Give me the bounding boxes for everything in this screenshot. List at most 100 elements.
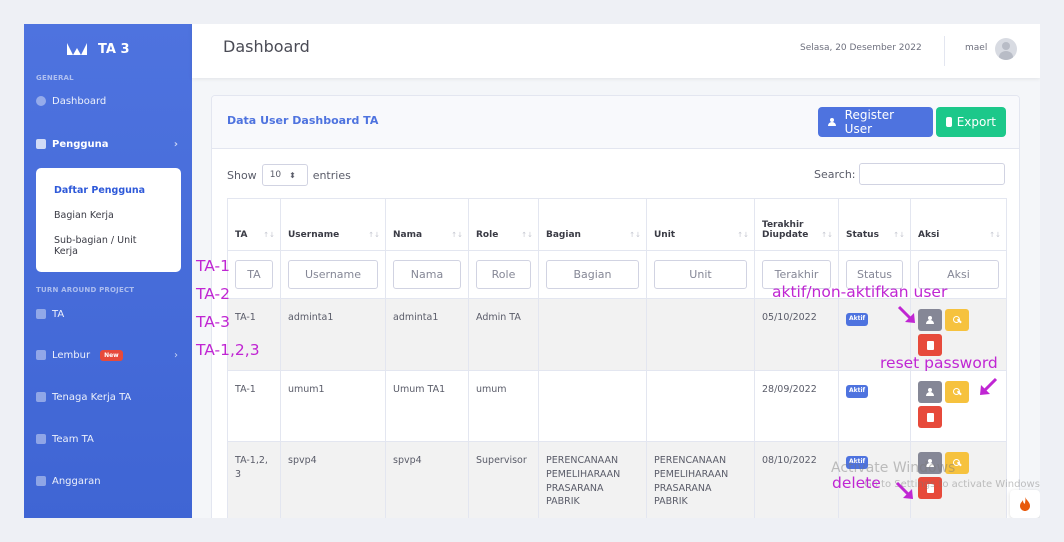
register-user-label: Register User	[844, 108, 895, 136]
cell-nama: adminta1	[385, 298, 469, 371]
trash-icon	[926, 412, 934, 422]
sidebar-heading-project: TURN AROUND PROJECT	[36, 286, 135, 294]
annotation-ta-1: TA-1	[196, 257, 230, 275]
annotation-ta-3: TA-3	[196, 313, 230, 331]
sidebar-heading-general: GENERAL	[36, 74, 74, 82]
topbar-divider	[944, 36, 945, 66]
sort-icon: ↑↓	[989, 231, 1001, 239]
column-header-aksi[interactable]: Aksi ↑↓	[910, 198, 1007, 251]
avatar[interactable]	[995, 38, 1017, 60]
status-badge: Aktif	[846, 385, 869, 398]
activate-windows-subtitle: Go to Settings to activate Windows.	[864, 479, 1040, 490]
cell-ta: TA-1	[227, 370, 281, 442]
filter-input-unit[interactable]: Unit	[654, 260, 747, 289]
app-window: TA 3 GENERAL Dashboard Pengguna › Daftar…	[24, 24, 1040, 518]
submenu-item-bagian-kerja[interactable]: Bagian Kerja	[36, 203, 181, 228]
user-name[interactable]: mael	[965, 43, 987, 53]
entries-value: 10	[269, 170, 282, 180]
column-header-status[interactable]: Status ↑↓	[838, 198, 911, 251]
export-button[interactable]: Export	[936, 107, 1006, 137]
sidebar-item-anggaran[interactable]: Anggaran	[24, 460, 192, 502]
fire-icon	[1020, 497, 1030, 511]
card-title: Data User Dashboard TA	[227, 114, 379, 127]
annotation-activate: aktif/non-aktifkan user	[772, 283, 948, 301]
column-header-unit[interactable]: Unit ↑↓	[646, 198, 755, 251]
cell-ta: TA-1	[227, 298, 281, 371]
reset-password-button[interactable]	[945, 309, 969, 331]
key-icon	[953, 316, 961, 324]
toggle-user-button[interactable]	[918, 309, 942, 331]
sort-icon: ↑↓	[893, 231, 905, 239]
user-icon	[925, 316, 935, 324]
entries-control: Show 10 ⬍ entries	[227, 164, 351, 186]
tachometer-icon	[36, 96, 46, 106]
header-label: Aksi	[918, 230, 940, 240]
column-header-role[interactable]: Role ↑↓	[468, 198, 539, 251]
cell-username: umum1	[280, 370, 386, 442]
register-user-button[interactable]: Register User	[818, 107, 933, 137]
header-label: Terakhir Diupdate	[762, 220, 809, 240]
key-icon	[953, 388, 961, 396]
sidebar-item-tenaga-kerja[interactable]: Tenaga Kerja TA	[24, 376, 192, 418]
current-date: Selasa, 20 Desember 2022	[800, 43, 922, 53]
filter-input-bagian[interactable]: Bagian	[546, 260, 639, 289]
cell-role: Admin TA	[468, 298, 539, 371]
select-arrows-icon: ⬍	[289, 170, 296, 180]
submenu-item-sub-bagian[interactable]: Sub-bagian / Unit Kerja	[36, 228, 181, 264]
column-header-ta[interactable]: TA ↑↓	[227, 198, 281, 251]
cell-username: adminta1	[280, 298, 386, 371]
delete-button[interactable]	[918, 334, 942, 356]
annotation-ta-1-2-3: TA-1,2,3	[196, 341, 260, 359]
cell-unit	[646, 370, 755, 442]
toggle-user-button[interactable]	[918, 381, 942, 403]
card-header: Data User Dashboard TA Register User Exp…	[212, 96, 1019, 149]
page-title: Dashboard	[223, 37, 310, 56]
filter-input-nama[interactable]: Nama	[393, 260, 461, 289]
sidebar-item-label: Lembur	[52, 349, 91, 361]
column-header-nama[interactable]: Nama ↑↓	[385, 198, 469, 251]
column-header-bagian[interactable]: Bagian ↑↓	[538, 198, 647, 251]
sidebar-item-lembur[interactable]: Lembur New ›	[24, 334, 192, 376]
brand-name: TA 3	[98, 41, 130, 57]
sidebar-item-team[interactable]: Team TA	[24, 418, 192, 460]
cell-role: Supervisor	[468, 441, 539, 518]
header-label: Status	[846, 230, 879, 240]
header-label: TA	[235, 230, 248, 240]
cell-unit: PERENCANAAN PEMELIHARAAN PRASARANA PABRI…	[646, 441, 755, 518]
sidebar-item-dashboard[interactable]: Dashboard	[24, 82, 192, 120]
header-label: Unit	[654, 230, 676, 240]
sidebar-item-ta[interactable]: TA	[24, 294, 192, 334]
status-badge: Aktif	[846, 313, 869, 326]
column-header-username[interactable]: Username ↑↓	[280, 198, 386, 251]
fire-button[interactable]	[1010, 490, 1040, 518]
cell-updated: 08/10/2022	[754, 441, 839, 518]
show-label: Show	[227, 168, 257, 182]
brand[interactable]: TA 3	[24, 24, 192, 74]
id-card-icon	[36, 434, 46, 444]
pengguna-submenu: Daftar Pengguna Bagian Kerja Sub-bagian …	[36, 168, 181, 272]
chart-icon	[36, 309, 46, 319]
user-plus-icon	[828, 118, 840, 126]
cell-role: umum	[468, 370, 539, 442]
reset-password-button[interactable]	[945, 381, 969, 403]
search-label: Search:	[814, 168, 856, 181]
column-header-updated[interactable]: Terakhir Diupdate ↑↓	[754, 198, 839, 251]
submenu-item-daftar-pengguna[interactable]: Daftar Pengguna	[36, 178, 181, 203]
chevron-right-icon: ›	[173, 138, 178, 150]
cell-ta: TA-1,2,3	[227, 441, 281, 518]
entries-select[interactable]: 10 ⬍	[261, 164, 308, 186]
sidebar-item-pengguna[interactable]: Pengguna ›	[24, 120, 192, 168]
filter-input-ta[interactable]: TA	[235, 260, 273, 289]
filter-input-username[interactable]: Username	[288, 260, 378, 289]
topbar: Dashboard Selasa, 20 Desember 2022 mael	[192, 24, 1040, 78]
search-input[interactable]	[859, 163, 1005, 185]
sidebar-item-label: Dashboard	[52, 95, 107, 107]
annotation-ta-2: TA-2	[196, 285, 230, 303]
sort-icon: ↑↓	[368, 231, 380, 239]
sort-icon: ↑↓	[521, 231, 533, 239]
filter-input-role[interactable]: Role	[476, 260, 531, 289]
cell-unit	[646, 298, 755, 371]
header-label: Username	[288, 230, 340, 240]
header-row: TA ↑↓ Username ↑↓ Nama ↑↓ Role ↑↓ Bagian ↑↓ U…	[227, 198, 1007, 251]
delete-button[interactable]	[918, 406, 942, 428]
